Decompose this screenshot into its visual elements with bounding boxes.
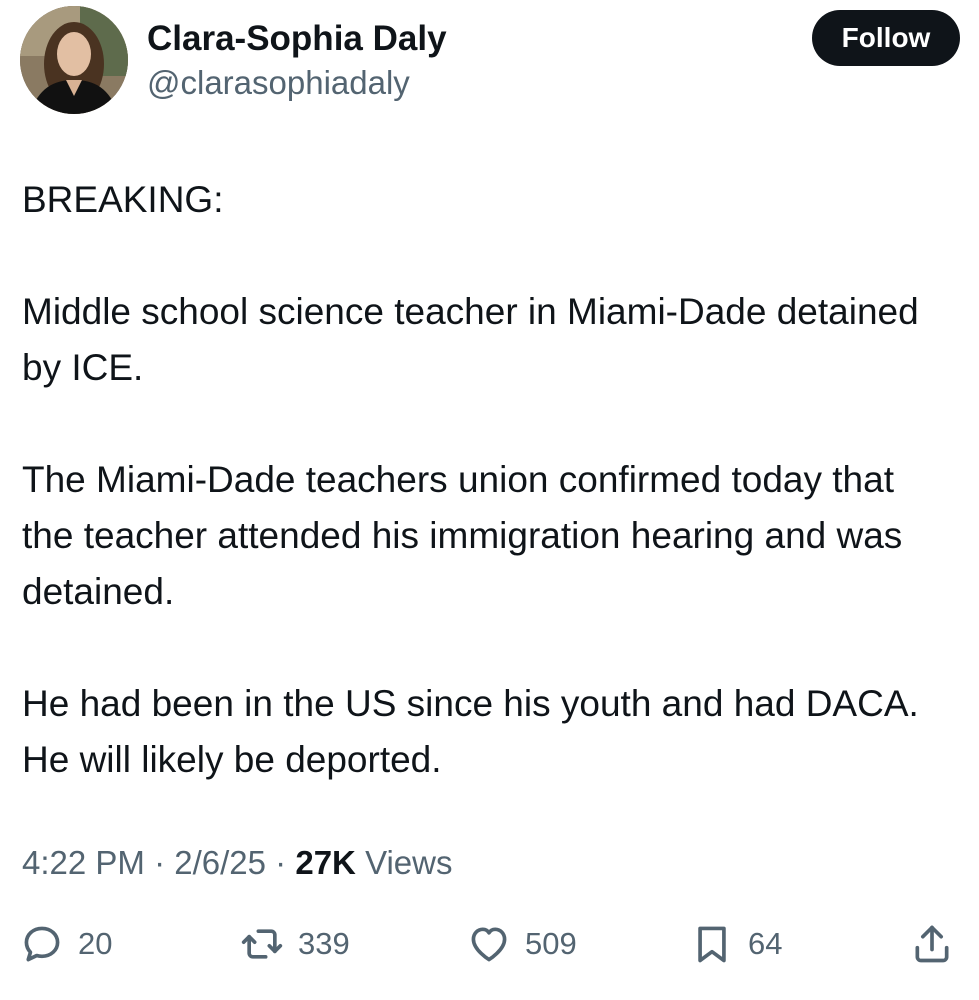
user-handle[interactable]: @clarasophiadaly xyxy=(147,62,447,104)
reply-count: 20 xyxy=(78,926,113,961)
tweet-paragraph: He had been in the US since his youth an… xyxy=(22,683,919,780)
repost-button[interactable]: 339 xyxy=(240,912,350,976)
bookmark-icon xyxy=(698,926,726,963)
reply-button[interactable]: 20 xyxy=(20,912,112,976)
bookmark-count: 64 xyxy=(748,926,783,961)
like-count: 509 xyxy=(525,926,577,961)
meta-separator: · xyxy=(154,844,166,881)
repost-icon xyxy=(241,929,283,959)
share-icon xyxy=(915,925,949,963)
tweet-header: Clara-Sophia Daly @clarasophiadaly Follo… xyxy=(20,6,960,116)
action-bar: 20 339 509 64 xyxy=(0,912,979,976)
display-name[interactable]: Clara-Sophia Daly xyxy=(147,18,447,60)
tweet-time[interactable]: 4:22 PM xyxy=(22,844,145,881)
share-button[interactable] xyxy=(910,912,954,976)
avatar[interactable] xyxy=(20,6,128,114)
tweet-paragraph: BREAKING: xyxy=(22,179,224,220)
views-count: 27K xyxy=(295,844,356,881)
like-button[interactable]: 509 xyxy=(467,912,577,976)
author-names: Clara-Sophia Daly @clarasophiadaly xyxy=(147,18,447,104)
meta-separator: · xyxy=(275,844,287,881)
repost-count: 339 xyxy=(298,926,350,961)
heart-icon xyxy=(471,927,507,962)
tweet-date[interactable]: 2/6/25 xyxy=(174,844,266,881)
tweet-paragraph: Middle school science teacher in Miami-D… xyxy=(22,291,919,388)
reply-icon xyxy=(24,926,60,962)
views-label: Views xyxy=(365,844,453,881)
follow-button[interactable]: Follow xyxy=(812,10,960,66)
tweet: Clara-Sophia Daly @clarasophiadaly Follo… xyxy=(0,0,979,1000)
tweet-meta: 4:22 PM · 2/6/25 · 27K Views xyxy=(22,840,453,886)
tweet-paragraph: The Miami-Dade teachers union confirmed … xyxy=(22,459,903,612)
bookmark-button[interactable]: 64 xyxy=(690,912,782,976)
tweet-text: BREAKING: Middle school science teacher … xyxy=(22,172,952,788)
